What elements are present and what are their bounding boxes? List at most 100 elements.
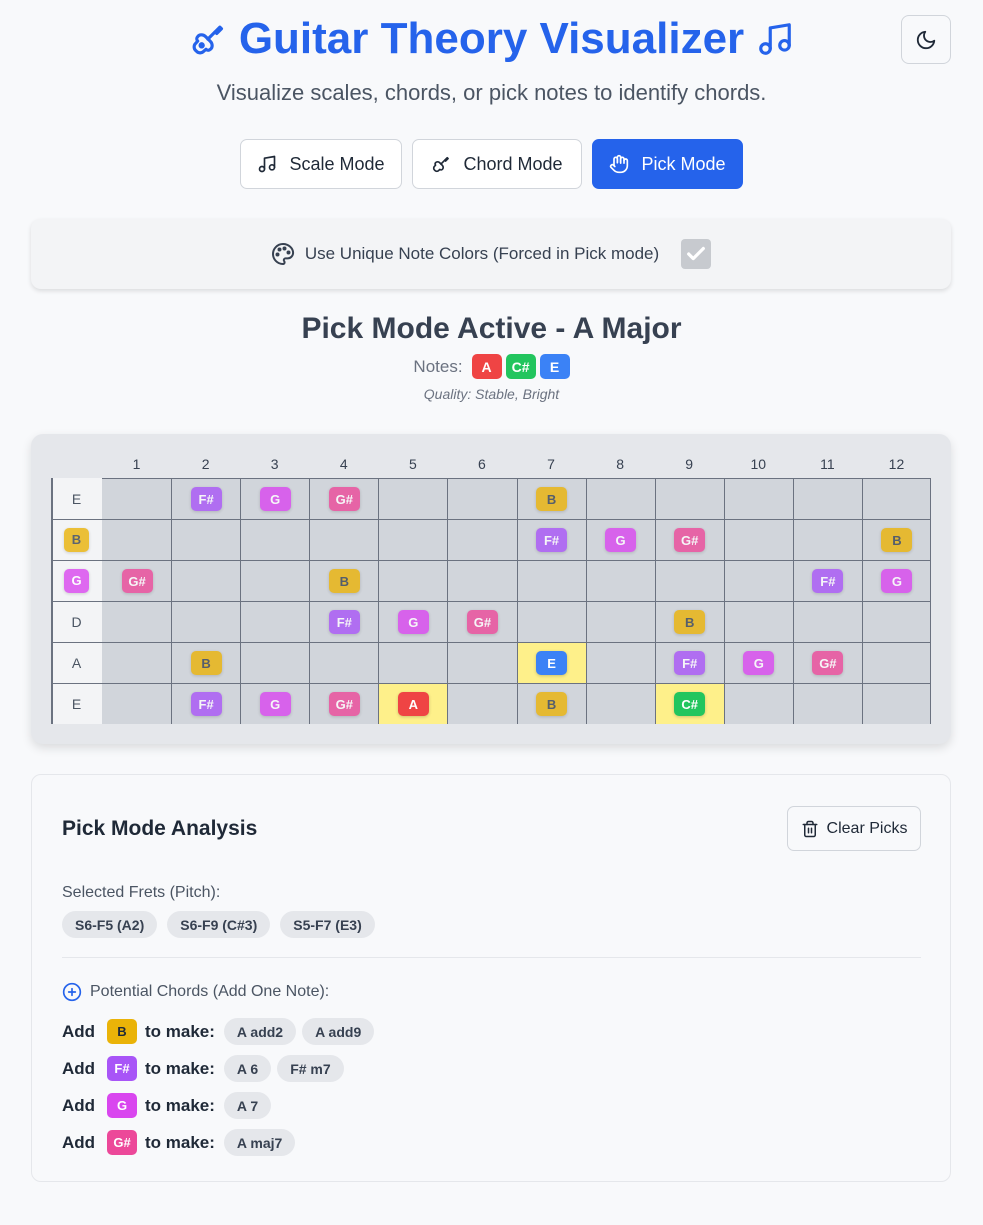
fret-cell[interactable] [103,602,171,642]
fret-cell[interactable]: F# [518,520,586,560]
fret-cell[interactable]: B [863,520,931,560]
fret-cell[interactable] [863,643,931,683]
fret-cell[interactable]: G# [794,643,862,683]
open-string-cell[interactable]: A [51,642,102,683]
fret-cell[interactable]: C# [655,684,724,724]
fret-cell[interactable] [725,479,793,519]
fret-cell[interactable]: B [518,684,586,724]
fret-cell[interactable]: B [172,643,240,683]
fret-cell[interactable] [448,479,516,519]
open-string-cell[interactable]: D [51,601,102,642]
fret-cell[interactable]: G [379,602,447,642]
note-marker: F# [190,487,222,511]
fret-cell[interactable] [448,561,516,601]
fret-cell[interactable] [587,479,655,519]
selected-frets-list: S6-F5 (A2) S6-F9 (C#3) S5-F7 (E3) [62,911,375,938]
fret-cell[interactable] [518,561,586,601]
chord-pill[interactable]: A maj7 [223,1129,296,1156]
fret-cell[interactable] [379,479,447,519]
fret-cell[interactable] [863,602,931,642]
fret-cell[interactable] [725,520,793,560]
fret-cell[interactable] [656,561,724,601]
fret-cell[interactable]: G [241,479,309,519]
fret-cell[interactable]: F# [310,602,378,642]
fret-cell[interactable] [448,520,516,560]
chord-pill[interactable]: F# m7 [277,1055,344,1082]
fret-cell[interactable] [725,602,793,642]
chord-pill[interactable]: A 7 [223,1092,272,1119]
note-marker: E [536,651,568,675]
open-string-cell[interactable]: G [51,560,102,601]
scale-mode-button[interactable]: Scale Mode [240,139,402,189]
chord-mode-button[interactable]: Chord Mode [412,139,582,189]
fret-cell[interactable] [379,643,447,683]
fret-cell[interactable]: G# [448,602,516,642]
fret-number: 4 [339,456,348,472]
fret-cell[interactable]: F# [172,479,240,519]
fret-cell[interactable] [172,602,240,642]
fret-cell[interactable]: F# [172,684,240,724]
fret-cell[interactable] [172,561,240,601]
fret-cell[interactable]: G# [103,561,171,601]
fret-cell[interactable] [448,643,516,683]
fret-cell[interactable] [103,643,171,683]
open-string-cell[interactable]: E [51,478,102,519]
chord-pill[interactable]: A add9 [302,1018,375,1045]
fret-cell[interactable]: A [379,684,448,724]
page-title: Guitar Theory Visualizer [0,14,983,64]
fret-cell[interactable] [310,520,378,560]
fret-cell[interactable]: G# [310,684,378,724]
fret-cell[interactable] [103,520,171,560]
fret-cell[interactable] [587,602,655,642]
fret-cell[interactable]: B [518,479,586,519]
open-string-cell[interactable]: B [51,519,102,560]
fret-cell[interactable] [241,520,309,560]
fret-cell[interactable] [725,561,793,601]
chord-pill[interactable]: A add2 [223,1018,297,1045]
fret-cell[interactable] [863,479,931,519]
fret-cell[interactable]: F# [794,561,862,601]
fret-cell[interactable] [794,479,862,519]
fret-cell[interactable] [379,561,447,601]
fret-cell[interactable]: G [863,561,931,601]
fret-cell[interactable] [794,602,862,642]
fret-cell[interactable]: E [517,643,586,683]
fret-cell[interactable]: B [656,602,724,642]
fret-cell[interactable] [103,479,171,519]
note-badge: F# [107,1056,137,1081]
fret-cell[interactable] [863,684,931,724]
fret-cell[interactable]: F# [656,643,724,683]
unique-colors-checkbox[interactable] [681,239,712,269]
fret-cell[interactable] [794,684,862,724]
fret-cell[interactable] [379,520,447,560]
fret-cell[interactable] [518,602,586,642]
fret-cell[interactable] [794,520,862,560]
fret-cell[interactable]: G [725,643,793,683]
fret-cell[interactable] [448,684,516,724]
page-subtitle: Visualize scales, chords, or pick notes … [216,80,767,105]
fret-cell[interactable] [172,520,240,560]
fret-cell[interactable] [241,643,309,683]
fret-cell[interactable] [725,684,793,724]
fret-cell[interactable] [103,684,171,724]
fret-cell[interactable] [241,561,309,601]
fret-cell[interactable]: G [241,684,309,724]
clear-picks-button[interactable]: Clear Picks [787,806,921,851]
fret-cell[interactable] [587,684,655,724]
fret-cell[interactable]: G [587,520,655,560]
pick-mode-button[interactable]: Pick Mode [592,139,743,189]
hand-icon [610,154,629,174]
fret-cell[interactable]: B [310,561,378,601]
open-string-cell[interactable]: E [51,683,102,724]
fret-cell[interactable] [241,602,309,642]
fret-cell[interactable] [656,479,724,519]
make-label: to make: [145,1021,215,1041]
fret-cell[interactable]: G# [656,520,724,560]
note-marker: G# [812,651,844,675]
chord-pill[interactable]: A 6 [223,1055,272,1082]
fret-cell[interactable]: G# [310,479,378,519]
note-marker: G [605,528,637,552]
fret-cell[interactable] [587,561,655,601]
fret-cell[interactable] [587,643,655,683]
fret-cell[interactable] [310,643,378,683]
